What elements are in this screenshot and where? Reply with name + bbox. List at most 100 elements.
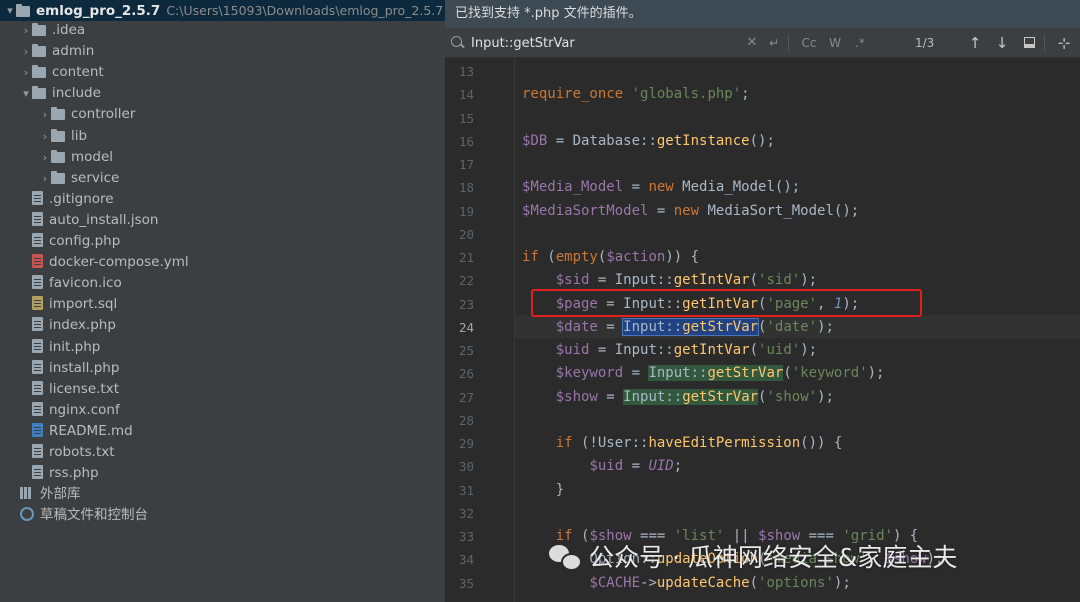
line-number: 32 xyxy=(458,505,474,521)
line-number: 17 xyxy=(458,157,474,172)
code-line[interactable]: $Media_Model = new Media_Model(); xyxy=(522,176,800,199)
code-line[interactable]: } xyxy=(522,479,564,502)
find-bar: ✕ ↵ Cc W .* 1/3 ↑ ↓ ⊹ xyxy=(445,28,1080,58)
chevron-right-icon[interactable]: › xyxy=(39,104,51,125)
tree-item[interactable]: init.php xyxy=(0,337,445,358)
chevron-right-icon[interactable]: › xyxy=(20,20,32,41)
tree-item[interactable]: favicon.ico xyxy=(0,273,445,294)
line-number: 14 xyxy=(458,87,474,103)
file-icon xyxy=(32,338,43,353)
chevron-right-icon[interactable]: › xyxy=(39,147,51,168)
code-line[interactable]: if (!User::haveEditPermission()) { xyxy=(522,432,843,455)
tree-item-label: 草稿文件和控制台 xyxy=(40,507,148,523)
filter-icon[interactable] xyxy=(1021,33,1037,53)
chevron-right-icon[interactable]: › xyxy=(20,62,32,83)
folder-icon xyxy=(51,149,65,163)
tree-item-label: init.php xyxy=(49,338,101,355)
watermark: 公众号 · 瓜神网络安全&家庭主夫 xyxy=(549,540,957,576)
code-line[interactable]: $DB = Database::getInstance(); xyxy=(522,130,775,153)
next-occurrence-icon[interactable]: ↓ xyxy=(994,33,1010,53)
tree-item-label: .idea xyxy=(52,22,86,38)
line-number: 22 xyxy=(458,273,474,289)
code-line[interactable]: $date = Input::getStrVar('date'); xyxy=(522,316,834,339)
line-number: 31 xyxy=(458,482,474,498)
wechat-icon xyxy=(549,545,582,571)
tree-item-label: import.sql xyxy=(49,296,118,313)
plugin-notification-bar[interactable]: 已找到支持 *.php 文件的插件。 xyxy=(445,0,1080,28)
line-number: 13 xyxy=(458,64,474,79)
tree-scratches[interactable]: 草稿文件和控制台 xyxy=(0,505,445,526)
code-line[interactable]: $keyword = Input::getStrVar('keyword'); xyxy=(522,362,884,385)
tree-item[interactable]: nginx.conf xyxy=(0,400,445,421)
code-line[interactable]: $show = Input::getStrVar('show'); xyxy=(522,386,834,409)
tree-item[interactable]: import.sql xyxy=(0,294,445,315)
line-number: 18 xyxy=(458,180,474,196)
tree-root-emlog[interactable]: ▾ emlog_pro_2.5.7 C:\Users\15093\Downloads… xyxy=(0,0,445,21)
line-number: 34 xyxy=(458,552,474,568)
divider xyxy=(788,34,789,52)
tree-item[interactable]: .gitignore xyxy=(0,189,445,210)
tree-item[interactable]: › content xyxy=(0,62,445,83)
tree-item[interactable]: README.md xyxy=(0,421,445,442)
folder-icon xyxy=(32,44,46,58)
clear-search-icon[interactable]: ✕ xyxy=(745,33,759,53)
yaml-file-icon xyxy=(32,254,43,269)
code-line[interactable]: $MediaSortModel = new MediaSort_Model(); xyxy=(522,200,859,223)
new-line-icon[interactable]: ↵ xyxy=(767,33,781,53)
file-icon xyxy=(32,317,43,332)
tree-item-label: nginx.conf xyxy=(49,401,120,418)
tree-item[interactable]: › admin xyxy=(0,41,445,62)
line-number: 30 xyxy=(458,459,474,475)
chevron-right-icon[interactable]: › xyxy=(39,126,51,147)
tree-item-label: license.txt xyxy=(49,380,119,397)
code-line[interactable]: $uid = Input::getIntVar('uid'); xyxy=(522,339,817,362)
tree-item-label: .gitignore xyxy=(49,190,114,207)
tree-item-label: lib xyxy=(71,127,88,144)
tree-item-label: index.php xyxy=(49,317,116,334)
tree-item[interactable]: config.php xyxy=(0,231,445,252)
regex-button[interactable]: .* xyxy=(851,33,869,53)
file-icon xyxy=(32,233,43,247)
tree-item[interactable]: license.txt xyxy=(0,379,445,400)
project-tool-window: ▾ emlog_pro_2.5.7 C:\Users\15093\Downloads… xyxy=(0,0,445,602)
tree-item[interactable]: robots.txt xyxy=(0,442,445,463)
tree-item[interactable]: index.php xyxy=(0,315,445,336)
line-number: 33 xyxy=(458,529,474,544)
tree-item[interactable]: › lib xyxy=(0,126,445,147)
line-number: 27 xyxy=(458,389,474,405)
folder-icon xyxy=(16,4,30,17)
tree-item[interactable]: docker-compose.yml xyxy=(0,252,445,273)
tree-item-label: service xyxy=(71,169,120,186)
tree-item[interactable]: › controller xyxy=(0,104,445,125)
match-case-button[interactable]: Cc xyxy=(799,33,819,53)
watermark-text: 公众号 · 瓜神网络安全&家庭主夫 xyxy=(589,543,958,572)
tree-item[interactable]: auto_install.json xyxy=(0,210,445,231)
search-input[interactable] xyxy=(471,33,731,53)
tree-item-label: controller xyxy=(71,106,136,123)
line-number: 35 xyxy=(458,575,474,591)
code-line[interactable]: $uid = UID; xyxy=(522,455,682,478)
tree-item[interactable]: rss.php xyxy=(0,463,445,484)
search-icon[interactable] xyxy=(451,36,462,47)
add-selection-icon[interactable]: ⊹ xyxy=(1053,33,1075,53)
code-line[interactable]: require_once 'globals.php'; xyxy=(522,83,750,106)
tree-item[interactable]: › .idea xyxy=(0,20,445,41)
line-number: 24 xyxy=(458,319,474,335)
code-line[interactable]: if (empty($action)) { xyxy=(522,246,699,269)
previous-occurrence-icon[interactable]: ↑ xyxy=(967,33,983,53)
file-icon xyxy=(32,359,43,374)
tree-item-label: robots.txt xyxy=(49,444,115,460)
chevron-down-icon[interactable]: ▾ xyxy=(4,0,16,21)
tree-item[interactable]: install.php xyxy=(0,358,445,379)
whole-words-button[interactable]: W xyxy=(827,33,843,53)
file-icon xyxy=(32,465,43,480)
chevron-right-icon[interactable]: › xyxy=(20,41,32,62)
tree-external-libraries[interactable]: 外部库 xyxy=(0,484,445,505)
tree-item[interactable]: › model xyxy=(0,147,445,168)
chevron-down-icon[interactable]: ▾ xyxy=(20,83,32,104)
markdown-file-icon xyxy=(32,422,43,437)
chevron-right-icon[interactable]: › xyxy=(39,168,51,189)
tree-item[interactable]: ▾ include xyxy=(0,83,445,104)
line-number: 23 xyxy=(458,296,474,312)
tree-item[interactable]: › service xyxy=(0,168,445,189)
